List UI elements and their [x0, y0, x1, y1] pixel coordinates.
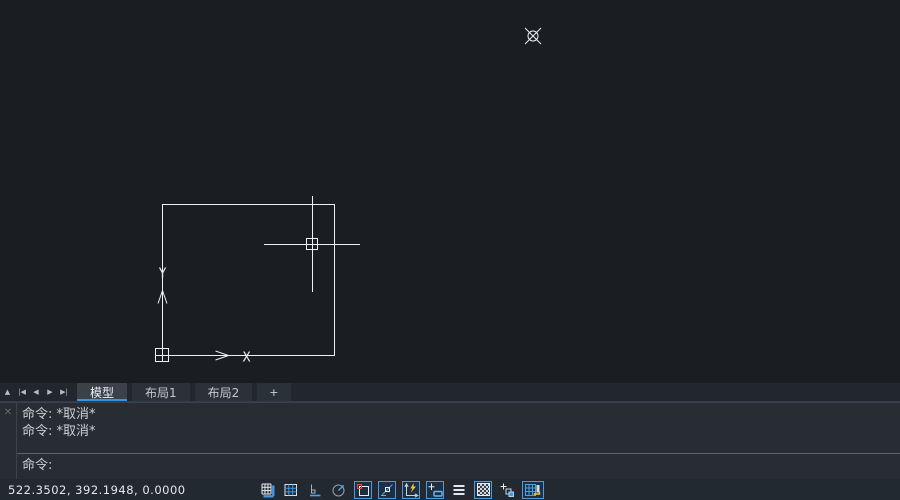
model-space: YX — [0, 0, 900, 383]
command-history-line: 命令: *取消* — [22, 423, 900, 440]
command-window: ✕ 命令: *取消* 命令: *取消* 命令: — [0, 402, 900, 479]
snap-grid-icon — [259, 482, 275, 498]
tab-model[interactable]: 模型 — [77, 383, 127, 401]
dynamic-ucs-icon — [403, 482, 419, 498]
prev-layout-button[interactable]: ◀ — [29, 383, 43, 401]
lineweight-icon — [451, 482, 467, 498]
layout-tabs: 模型 布局1 布局2 + — [77, 383, 296, 401]
polar-toggle[interactable] — [330, 481, 348, 499]
drawing-canvas[interactable]: YX — [0, 0, 900, 383]
annotation-scale-icon — [523, 482, 543, 498]
otrack-toggle[interactable] — [378, 481, 396, 499]
ortho-toggle[interactable] — [306, 481, 324, 499]
rectangle-entity[interactable] — [163, 205, 335, 356]
command-history-line: 命令: *取消* — [22, 406, 900, 423]
ucs-y-label: Y — [159, 267, 167, 282]
point-marker[interactable] — [525, 28, 541, 44]
snap-toggle[interactable] — [258, 481, 276, 499]
grid-toggle[interactable] — [282, 481, 300, 499]
expand-tabs-button[interactable]: ▲ — [0, 383, 15, 401]
first-layout-button[interactable]: |◀ — [15, 383, 29, 401]
ucs-icon: YX — [156, 267, 251, 366]
dynamic-input-icon — [427, 482, 443, 498]
annotation-toggle[interactable] — [522, 481, 544, 499]
transparency-icon — [477, 483, 490, 496]
command-history[interactable]: 命令: *取消* 命令: *取消* — [17, 403, 900, 453]
new-layout-tab-button[interactable]: + — [257, 383, 290, 401]
next-layout-button[interactable]: ▶ — [43, 383, 57, 401]
crosshair-cursor — [264, 196, 360, 292]
status-bar: 522.3502, 392.1948, 0.0000 — [0, 479, 900, 500]
tab-layout2[interactable]: 布局2 — [195, 383, 253, 401]
ucs-x-label: X — [243, 351, 251, 366]
object-snap-icon — [355, 482, 371, 498]
layout-tabbar: ▲ |◀ ◀ ▶ ▶| 模型 布局1 布局2 + — [0, 383, 900, 402]
last-layout-button[interactable]: ▶| — [57, 383, 71, 401]
ducs-toggle[interactable] — [402, 481, 420, 499]
command-window-close-icon[interactable]: ✕ — [0, 403, 17, 479]
status-toggles — [258, 480, 544, 499]
command-input-line[interactable]: 命令: — [17, 454, 900, 474]
tab-layout1[interactable]: 布局1 — [132, 383, 190, 401]
ortho-icon — [307, 482, 323, 498]
transparency-toggle[interactable] — [474, 481, 492, 499]
coordinates-display[interactable]: 522.3502, 392.1948, 0.0000 — [8, 483, 186, 497]
command-body: 命令: *取消* 命令: *取消* 命令: — [17, 403, 900, 479]
selection-cycling-icon — [499, 482, 515, 498]
lineweight-toggle[interactable] — [450, 481, 468, 499]
grid-display-icon — [283, 482, 299, 498]
snap-tracking-icon — [379, 482, 395, 498]
polar-tracking-icon — [331, 482, 347, 498]
selection-cycling-toggle[interactable] — [498, 481, 516, 499]
dyn-toggle[interactable] — [426, 481, 444, 499]
osnap-toggle[interactable] — [354, 481, 372, 499]
